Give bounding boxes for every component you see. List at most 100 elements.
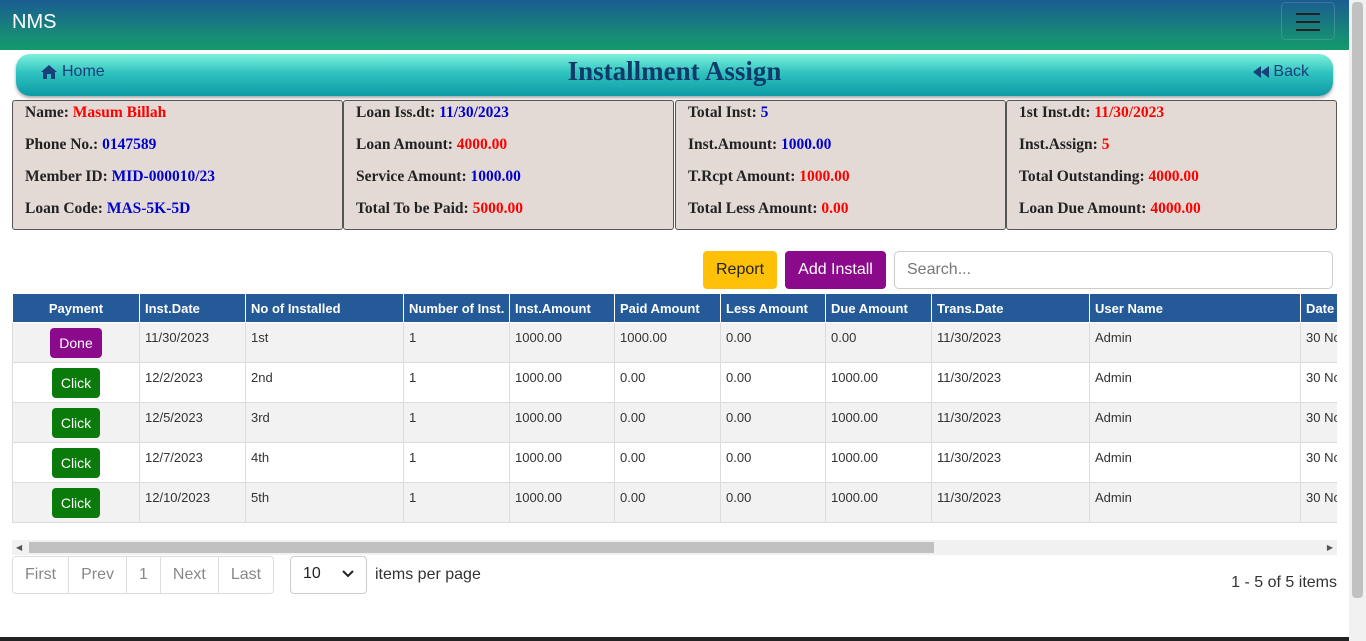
cell-number-inst: 1 xyxy=(403,442,510,483)
cell-inst-amount: 1000.00 xyxy=(509,442,615,483)
cell-less: 0.00 xyxy=(720,482,826,523)
payment-cell: Done xyxy=(12,322,140,363)
cell-no-installed: 3rd xyxy=(245,402,404,443)
first-page-button[interactable]: First xyxy=(13,557,70,593)
info-field: Loan Amount: 4000.00 xyxy=(356,136,507,154)
info-field: Name: Masum Billah xyxy=(25,104,166,122)
payment-cell: Click xyxy=(12,442,140,483)
column-header[interactable]: Trans.Date xyxy=(931,293,1090,323)
info-value: Masum Billah xyxy=(72,104,167,121)
info-value: 11/30/2023 xyxy=(1094,104,1165,121)
table-row: Click 12/5/2023 3rd 1 1000.00 0.00 0.00 1000.00… xyxy=(12,402,1337,443)
cell-no-installed: 5th xyxy=(245,482,404,523)
info-label: Service Amount: xyxy=(356,168,467,185)
click-button[interactable]: Click xyxy=(52,368,100,398)
info-label: 1st Inst.dt: xyxy=(1019,104,1091,121)
scroll-right-icon[interactable]: ▶ xyxy=(1327,543,1333,552)
cell-trans-date: 11/30/2023 xyxy=(931,402,1090,443)
info-value: 4000.00 xyxy=(1148,168,1199,185)
cell-user: Admin xyxy=(1089,442,1301,483)
horizontal-scrollbar[interactable]: ◀ ▶ xyxy=(12,540,1337,555)
cell-user: Admin xyxy=(1089,362,1301,403)
column-header[interactable]: Date xyxy=(1300,293,1337,323)
done-button[interactable]: Done xyxy=(50,328,102,358)
page-title: Installment Assign xyxy=(567,56,782,86)
cell-number-inst: 1 xyxy=(403,362,510,403)
add-install-button[interactable]: Add Install xyxy=(785,251,886,289)
cell-due: 1000.00 xyxy=(825,362,932,403)
column-header[interactable]: Due Amount xyxy=(825,293,932,323)
click-button[interactable]: Click xyxy=(52,408,100,438)
page-header: Home Installment Assign Back xyxy=(16,54,1333,96)
cell-trans-date: 11/30/2023 xyxy=(931,322,1090,363)
cell-no-installed: 4th xyxy=(245,442,404,483)
cell-inst-date: 12/10/2023 xyxy=(139,482,246,523)
info-value: 11/30/2023 xyxy=(439,104,509,121)
cell-date: 30 No xyxy=(1300,322,1337,363)
assign-info-box: 1st Inst.dt: 11/30/2023 Inst.Assign: 5 Tot… xyxy=(1006,100,1337,230)
scroll-left-icon[interactable]: ◀ xyxy=(16,543,22,552)
column-header[interactable]: Number of Inst. xyxy=(403,293,510,323)
cell-trans-date: 11/30/2023 xyxy=(931,482,1090,523)
search-input[interactable]: Search... xyxy=(894,251,1333,289)
info-field: Service Amount: 1000.00 xyxy=(356,168,521,186)
info-label: Loan Iss.dt: xyxy=(356,104,436,121)
top-navbar: NMS xyxy=(0,0,1349,50)
column-header[interactable]: Inst.Amount xyxy=(509,293,615,323)
column-header[interactable]: Inst.Date xyxy=(139,293,246,323)
cell-due: 0.00 xyxy=(825,322,932,363)
column-header[interactable]: No of Installed xyxy=(245,293,404,323)
payment-cell: Click xyxy=(12,482,140,523)
info-field: Total Outstanding: 4000.00 xyxy=(1019,168,1199,186)
column-header[interactable]: Paid Amount xyxy=(614,293,721,323)
cell-inst-date: 12/5/2023 xyxy=(139,402,246,443)
info-label: Total Inst: xyxy=(688,104,757,121)
info-label: Total Less Amount: xyxy=(688,200,818,217)
cell-paid: 0.00 xyxy=(614,362,721,403)
cell-paid: 0.00 xyxy=(614,482,721,523)
info-field: T.Rcpt Amount: 1000.00 xyxy=(688,168,850,186)
table-header-row: Payment Inst.Date No of Installed Number of… xyxy=(12,293,1337,323)
column-header[interactable]: Payment xyxy=(12,293,140,323)
cell-paid: 0.00 xyxy=(614,442,721,483)
info-field: Total To be Paid: 5000.00 xyxy=(356,200,523,218)
column-header[interactable]: Less Amount xyxy=(720,293,826,323)
info-field: Inst.Assign: 5 xyxy=(1019,136,1109,154)
vertical-scrollbar[interactable] xyxy=(1349,0,1366,641)
table-row: Click 12/2/2023 2nd 1 1000.00 0.00 0.00 1000.00… xyxy=(12,362,1337,403)
next-page-button[interactable]: Next xyxy=(161,557,219,593)
info-value: 1000.00 xyxy=(781,136,832,153)
back-link[interactable]: Back xyxy=(1253,63,1309,81)
cell-paid: 0.00 xyxy=(614,402,721,443)
info-label: Total Outstanding: xyxy=(1019,168,1145,185)
report-button[interactable]: Report xyxy=(703,251,777,289)
brand-logo[interactable]: NMS xyxy=(12,11,56,34)
column-header[interactable]: User Name xyxy=(1089,293,1301,323)
table-row: Done 11/30/2023 1st 1 1000.00 1000.00 0.00 0.00… xyxy=(12,322,1337,363)
payment-cell: Click xyxy=(12,402,140,443)
info-field: Member ID: MID-000010/23 xyxy=(25,168,215,186)
cell-number-inst: 1 xyxy=(403,482,510,523)
cell-no-installed: 2nd xyxy=(245,362,404,403)
click-button[interactable]: Click xyxy=(52,448,100,478)
menu-toggle-button[interactable] xyxy=(1281,2,1335,40)
prev-page-button[interactable]: Prev xyxy=(69,557,128,593)
cell-due: 1000.00 xyxy=(825,402,932,443)
last-page-button[interactable]: Last xyxy=(219,557,273,593)
page-number-button[interactable]: 1 xyxy=(127,557,161,593)
info-label: Loan Code: xyxy=(25,200,103,217)
cell-less: 0.00 xyxy=(720,322,826,363)
click-button[interactable]: Click xyxy=(52,488,100,518)
per-page-select[interactable]: 10 xyxy=(290,556,367,594)
info-label: Loan Amount: xyxy=(356,136,453,153)
info-label: Name: xyxy=(25,104,69,121)
info-label: Phone No.: xyxy=(25,136,99,153)
cell-user: Admin xyxy=(1089,482,1301,523)
cell-date: 30 No xyxy=(1300,482,1337,523)
hamburger-icon xyxy=(1296,13,1320,15)
cell-date: 30 No xyxy=(1300,402,1337,443)
info-value: 0.00 xyxy=(821,200,849,217)
info-field: Loan Due Amount: 4000.00 xyxy=(1019,200,1201,218)
info-field: Total Inst: 5 xyxy=(688,104,768,122)
cell-trans-date: 11/30/2023 xyxy=(931,362,1090,403)
